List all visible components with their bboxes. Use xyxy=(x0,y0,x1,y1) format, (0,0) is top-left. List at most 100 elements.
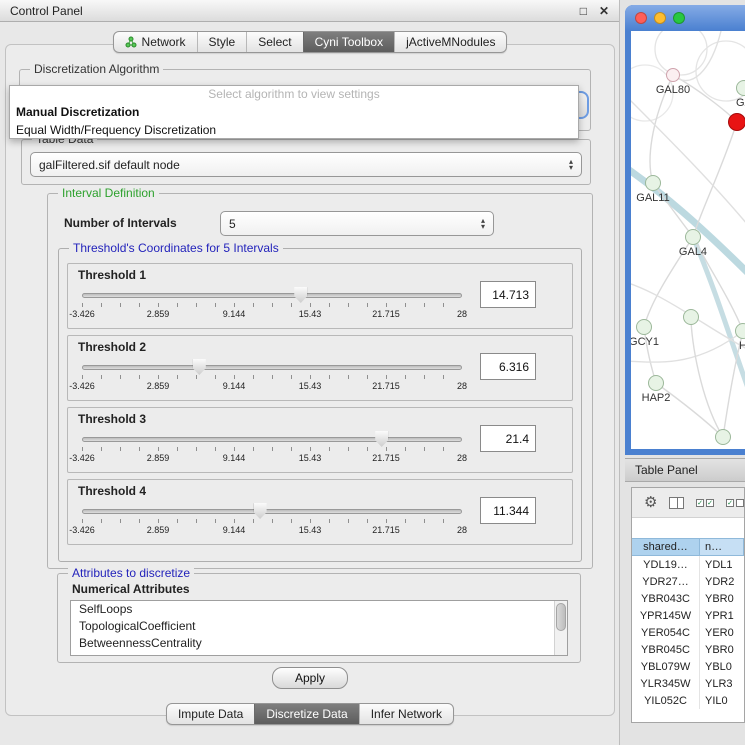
threshold-2-slider[interactable]: -3.426 2.859 9.144 15.43 21.715 28 xyxy=(82,358,462,398)
threshold-4-panel: Threshold 4 -3.426 2.859 9.144 15.43 21.… xyxy=(67,479,573,545)
scrollbar[interactable] xyxy=(554,601,567,655)
table-row[interactable]: YBR043C YBR0 xyxy=(632,590,744,607)
scrollbar-thumb[interactable] xyxy=(556,603,566,631)
slider-thumb[interactable] xyxy=(375,431,388,447)
table-cell[interactable]: YPR1 xyxy=(700,607,744,624)
node-circle[interactable] xyxy=(736,80,745,96)
attributes-list[interactable]: SelfLoops TopologicalCoefficient Between… xyxy=(70,600,568,656)
column-header-shared-name[interactable]: shared… xyxy=(632,538,700,556)
zoom-traffic-light-icon[interactable] xyxy=(673,12,685,24)
number-of-intervals-value: 5 xyxy=(229,217,475,231)
table-cell[interactable]: YLR345W xyxy=(632,675,700,692)
slider-thumb[interactable] xyxy=(254,503,267,519)
float-window-icon[interactable]: □ xyxy=(580,4,587,18)
node-circle[interactable] xyxy=(728,113,745,131)
table-row[interactable]: YDL19… YDL1 xyxy=(632,556,744,573)
list-item[interactable]: SelfLoops xyxy=(71,601,567,618)
threshold-2-value-field[interactable] xyxy=(480,353,536,380)
threshold-1-slider[interactable]: -3.426 2.859 9.144 15.43 21.715 28 xyxy=(82,286,462,326)
tab-network[interactable]: Network xyxy=(114,32,197,52)
network-canvas[interactable]: GAL80 GA GAL11 GAL4 GCY1 xyxy=(631,31,745,449)
table-cell[interactable]: YBL0 xyxy=(700,658,744,675)
list-item[interactable]: BetweennessCentrality xyxy=(71,635,567,652)
table-cell[interactable]: YDL19… xyxy=(632,556,700,573)
column-header-name[interactable]: n… xyxy=(700,538,744,556)
tab-cyni-toolbox[interactable]: Cyni Toolbox xyxy=(303,32,394,52)
threshold-4-slider[interactable]: -3.426 2.859 9.144 15.43 21.715 28 xyxy=(82,502,462,542)
network-window-titlebar[interactable] xyxy=(625,5,745,31)
node-circle[interactable] xyxy=(685,229,701,245)
table-row[interactable]: YER054C YER0 xyxy=(632,624,744,641)
list-item[interactable]: TopologicalCoefficient xyxy=(71,618,567,635)
threshold-3-slider[interactable]: -3.426 2.859 9.144 15.43 21.715 28 xyxy=(82,430,462,470)
threshold-3-value-field[interactable] xyxy=(480,425,536,452)
select-all-checkbox-icon[interactable]: ✓ ✓ xyxy=(696,499,714,507)
node-circle[interactable] xyxy=(735,323,745,339)
node-circle[interactable] xyxy=(648,375,664,391)
table-cell[interactable]: YPR145W xyxy=(632,607,700,624)
node-circle[interactable] xyxy=(666,68,680,82)
table-panel-header[interactable]: Table Panel xyxy=(625,458,745,482)
table-cell[interactable]: YLR3 xyxy=(700,675,744,692)
table-data-group: Table Data galFiltered.sif default node … xyxy=(21,139,591,185)
threshold-1-value-field[interactable] xyxy=(480,281,536,308)
table-data-combobox[interactable]: galFiltered.sif default node ▴▾ xyxy=(30,152,582,177)
node-label: HAP2 xyxy=(631,392,688,404)
number-of-intervals-combobox[interactable]: 5 ▴▾ xyxy=(220,211,494,236)
node-label: GA xyxy=(712,97,745,109)
table-row[interactable]: YBR045C YBR0 xyxy=(632,641,744,658)
table-cell[interactable]: YIL0 xyxy=(700,692,744,709)
close-icon[interactable]: ✕ xyxy=(599,4,609,18)
table-cell[interactable]: YBL079W xyxy=(632,658,700,675)
tab-label: Infer Network xyxy=(371,707,442,721)
table-cell[interactable]: YBR0 xyxy=(700,590,744,607)
table-cell[interactable]: YBR043C xyxy=(632,590,700,607)
cyni-toolbox-panel: Discretization Algorithm Select algorith… xyxy=(5,44,615,716)
table-row[interactable]: YBL079W YBL0 xyxy=(632,658,744,675)
minimize-traffic-light-icon[interactable] xyxy=(654,12,666,24)
threshold-1-panel: Threshold 1 -3.426 2.859 9.144 15.43 21.… xyxy=(67,263,573,329)
gear-icon[interactable]: ⚙ xyxy=(644,495,657,510)
slider-track[interactable] xyxy=(82,365,462,370)
node-circle[interactable] xyxy=(636,319,652,335)
slider-track[interactable] xyxy=(82,293,462,298)
table-row[interactable]: YPR145W YPR1 xyxy=(632,607,744,624)
table-cell[interactable]: YER054C xyxy=(632,624,700,641)
threshold-2-label: Threshold 2 xyxy=(78,340,146,354)
table-cell[interactable]: YIL052C xyxy=(632,692,700,709)
table-cell[interactable]: YDR2 xyxy=(700,573,744,590)
slider-track[interactable] xyxy=(82,437,462,442)
threshold-4-value-field[interactable] xyxy=(480,497,536,524)
tab-label: jActiveMNodules xyxy=(406,35,495,49)
tab-discretize-data[interactable]: Discretize Data xyxy=(254,704,358,724)
table-cell[interactable]: YDR27… xyxy=(632,573,700,590)
columns-icon[interactable] xyxy=(669,497,684,509)
table-row[interactable]: YIL052C YIL0 xyxy=(632,692,744,709)
node-circle[interactable] xyxy=(715,429,731,445)
dropdown-item-manual-discretization[interactable]: Manual Discretization xyxy=(10,103,578,121)
select-none-checkbox-icon[interactable]: ✓ xyxy=(726,499,744,507)
tab-infer-network[interactable]: Infer Network xyxy=(359,704,453,724)
table-cell[interactable]: YER0 xyxy=(700,624,744,641)
attributes-group: Attributes to discretize Numerical Attri… xyxy=(57,573,581,663)
tab-jactivemodules[interactable]: jActiveMNodules xyxy=(394,32,506,52)
table-row[interactable]: YDR27… YDR2 xyxy=(632,573,744,590)
close-traffic-light-icon[interactable] xyxy=(635,12,647,24)
dropdown-placeholder: Select algorithm to view settings xyxy=(10,86,578,103)
slider-thumb[interactable] xyxy=(193,359,206,375)
slider-track[interactable] xyxy=(82,509,462,514)
apply-button[interactable]: Apply xyxy=(272,667,348,689)
node-circle[interactable] xyxy=(683,309,699,325)
table-row[interactable]: YLR345W YLR3 xyxy=(632,675,744,692)
node-label: H xyxy=(711,340,745,352)
combo-arrows-icon: ▴▾ xyxy=(481,218,485,230)
table-cell[interactable]: YBR045C xyxy=(632,641,700,658)
table-cell[interactable]: YBR0 xyxy=(700,641,744,658)
node-circle[interactable] xyxy=(645,175,661,191)
dropdown-item-equal-width[interactable]: Equal Width/Frequency Discretization xyxy=(10,121,578,139)
table-cell[interactable]: YDL1 xyxy=(700,556,744,573)
slider-thumb[interactable] xyxy=(294,287,307,303)
tab-impute-data[interactable]: Impute Data xyxy=(167,704,254,724)
tab-select[interactable]: Select xyxy=(246,32,302,52)
tab-style[interactable]: Style xyxy=(197,32,247,52)
